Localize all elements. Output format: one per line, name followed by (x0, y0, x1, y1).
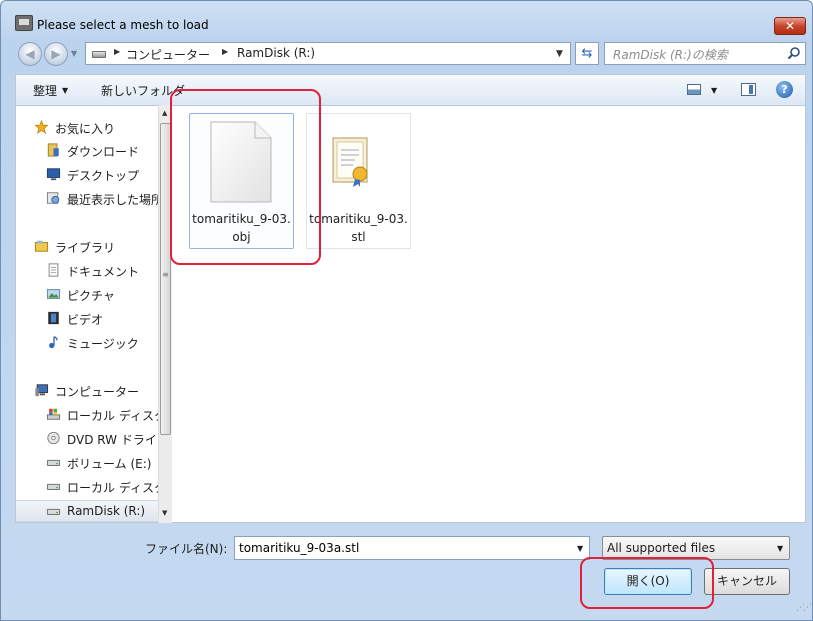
annotation-highlight-file (170, 89, 321, 265)
chevron-right-icon[interactable]: ▶ (114, 47, 120, 56)
nav-item-label: ローカル ディスク (67, 481, 158, 495)
chevron-down-icon[interactable]: ▼ (777, 544, 783, 553)
nav-item-music[interactable]: ミュージック (16, 332, 158, 354)
nav-item-local-disk[interactable]: ローカル ディスク (16, 476, 158, 498)
back-button[interactable]: ◀ (18, 42, 42, 66)
nav-item-recent-places[interactable]: 最近表示した場所 (16, 188, 158, 210)
close-button[interactable]: ✕ (774, 17, 806, 35)
videos-icon (48, 311, 59, 325)
library-icon (34, 240, 49, 252)
pictures-icon (46, 289, 61, 299)
nav-item-label: ピクチャ (67, 289, 115, 303)
breadcrumb-computer[interactable]: コンピューター (126, 46, 210, 63)
annotation-highlight-open (580, 557, 714, 609)
drive-icon (46, 483, 61, 490)
dvd-drive-icon (47, 431, 60, 445)
documents-icon (48, 263, 59, 277)
nav-item-label: ダウンロード (67, 145, 140, 159)
certificate-icon (332, 137, 368, 187)
nav-item-libraries[interactable]: ライブラリ (16, 236, 158, 258)
filename-label: ファイル名(N): (145, 542, 228, 556)
nav-item-videos[interactable]: ビデオ (16, 308, 158, 330)
nav-item-downloads[interactable]: ダウンロード (16, 140, 158, 162)
file-name: tomaritiku_9-03.stl (309, 212, 408, 244)
star-icon (34, 120, 49, 134)
window-title: Please select a mesh to load (37, 18, 209, 32)
chevron-down-icon[interactable]: ▼ (62, 86, 68, 95)
nav-item-label: ドキュメント (67, 265, 140, 279)
filename-input[interactable]: tomaritiku_9-03a.stl (234, 536, 590, 560)
computer-icon (35, 384, 49, 397)
nav-item-label: ボリューム (E:) (67, 457, 152, 471)
nav-item-label: デスクトップ (67, 169, 140, 183)
desktop-icon (46, 168, 61, 181)
nav-item-ramdisk[interactable]: RamDisk (R:) (16, 500, 158, 522)
local-disk-icon (46, 408, 61, 420)
command-bar: 整理 ▼ 新しいフォルダー ▼ ? (15, 74, 806, 105)
file-item-stl[interactable]: tomaritiku_9-03.stl (306, 113, 411, 249)
help-icon[interactable]: ? (776, 81, 793, 98)
navigation-pane: お気に入り ダウンロード デスクトップ 最近表示した場所 ライブラリ ドキュメン… (15, 105, 158, 523)
nav-item-local-disk-c[interactable]: ローカル ディスク (16, 404, 158, 426)
app-icon (15, 15, 33, 31)
nav-item-label: ローカル ディスク (67, 409, 158, 423)
nav-item-desktop[interactable]: デスクトップ (16, 164, 158, 186)
nav-item-label: コンピューター (55, 385, 140, 399)
chevron-down-icon[interactable]: ▼ (577, 544, 583, 553)
nav-item-volume-e[interactable]: ボリューム (E:) (16, 452, 158, 474)
recent-pages-icon[interactable]: ▼ (71, 49, 77, 58)
preview-pane-icon[interactable] (741, 83, 756, 96)
recent-places-icon (46, 192, 60, 204)
change-view-icon[interactable] (687, 84, 701, 95)
nav-item-label: 最近表示した場所 (67, 193, 158, 207)
drive-icon (46, 459, 61, 466)
refresh-button[interactable]: ⇆ (575, 42, 599, 65)
search-input[interactable]: RamDisk (R:)の検索 (604, 42, 806, 65)
nav-item-label: お気に入り (55, 122, 116, 136)
nav-item-label: ミュージック (67, 337, 139, 351)
chevron-down-icon[interactable]: ▼ (556, 49, 563, 59)
grip-icon: ≡ (162, 270, 169, 279)
nav-item-favorites[interactable]: お気に入り (16, 117, 158, 139)
nav-item-label: ライブラリ (55, 241, 116, 255)
nav-item-dvd-drive[interactable]: DVD RW ドライブ (16, 428, 158, 450)
nav-item-pictures[interactable]: ピクチャ (16, 284, 158, 306)
scroll-up-icon[interactable]: ▲ (162, 109, 167, 117)
nav-item-documents[interactable]: ドキュメント (16, 260, 158, 282)
forward-button[interactable]: ▶ (44, 42, 68, 66)
file-open-dialog: Please select a mesh to load ✕ ◀ ▶ ▼ ▶ コ… (0, 0, 813, 621)
chevron-down-icon[interactable]: ▼ (711, 86, 717, 95)
scroll-down-icon[interactable]: ▼ (162, 509, 167, 517)
chevron-right-icon[interactable]: ▶ (222, 47, 228, 56)
music-icon (49, 336, 58, 349)
organize-button[interactable]: 整理 (33, 82, 57, 99)
search-icon[interactable] (787, 46, 801, 60)
drive-icon (92, 51, 106, 58)
title-bar[interactable]: Please select a mesh to load ✕ (1, 1, 812, 35)
breadcrumb-ramdisk[interactable]: RamDisk (R:) (237, 46, 315, 60)
resize-grip-icon[interactable]: ⋰⋰ (796, 603, 812, 613)
nav-item-label: ビデオ (67, 313, 104, 327)
drive-icon (46, 508, 61, 515)
address-bar[interactable]: ▶ コンピューター ▶ RamDisk (R:) ▼ (85, 42, 571, 65)
cancel-button[interactable]: キャンセル (704, 568, 790, 595)
nav-item-label: DVD RW ドライブ (67, 433, 158, 447)
downloads-icon (47, 143, 59, 157)
nav-item-computer[interactable]: コンピューター (16, 380, 158, 402)
nav-item-label: RamDisk (R:) (67, 504, 146, 518)
